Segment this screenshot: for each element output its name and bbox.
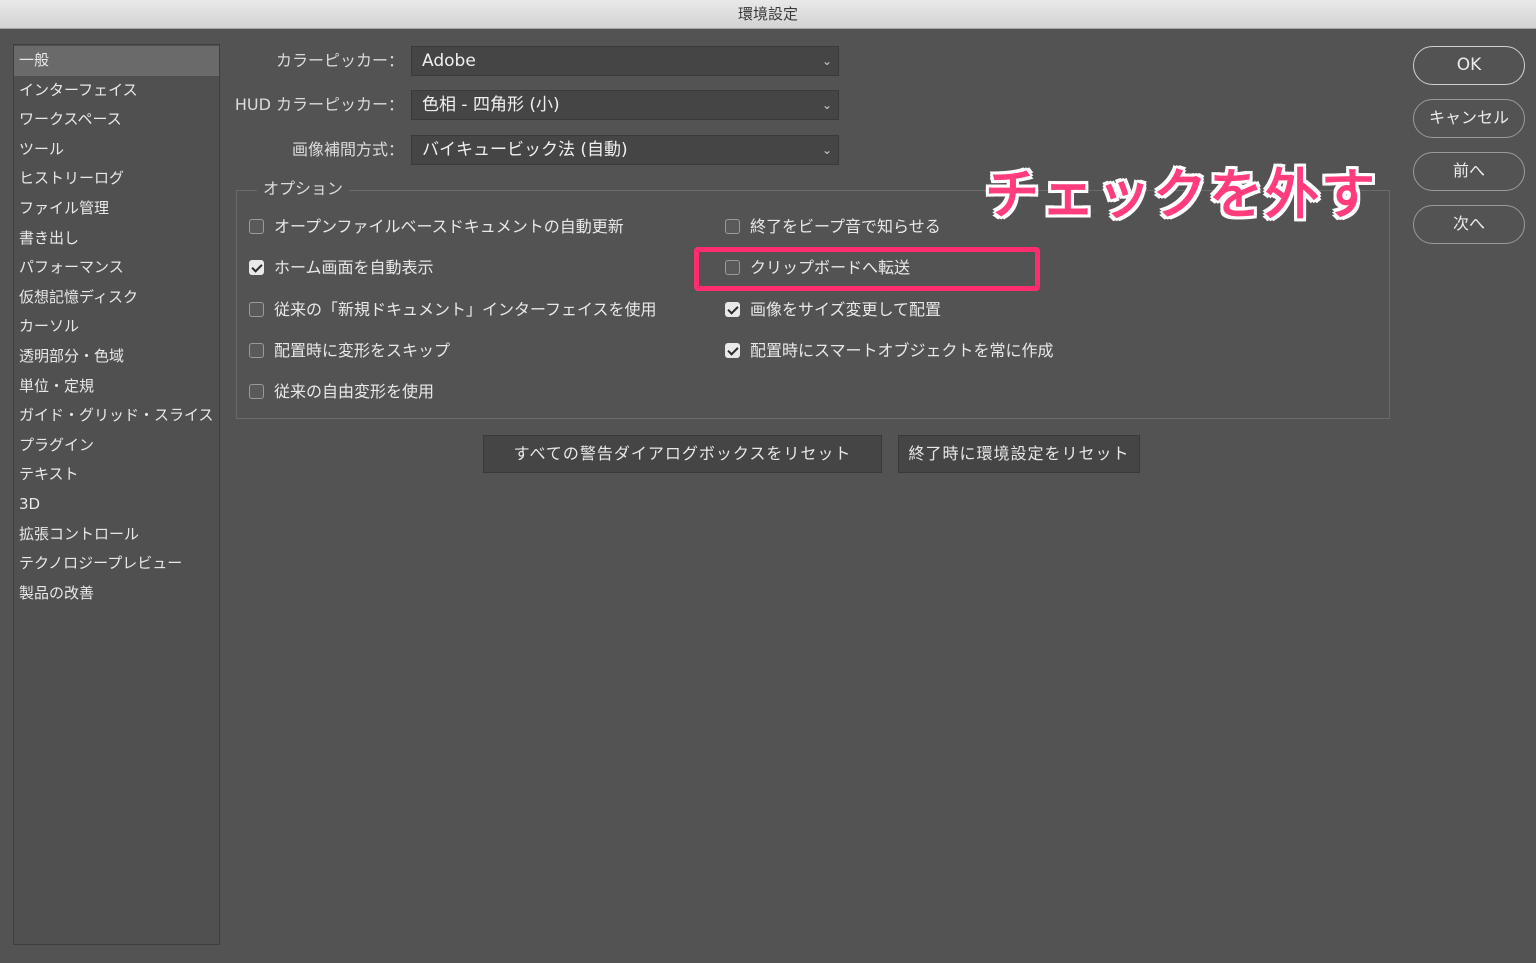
interpolation-label: 画像補間方式： [291,140,404,159]
interpolation-value: バイキュービック法 (自動) [422,140,628,160]
cancel-button[interactable]: キャンセル [1413,99,1525,138]
sidebar-item[interactable]: ワークスペース [14,105,219,135]
prev-button[interactable]: 前へ [1413,152,1525,191]
chevron-down-icon: ⌄ [821,143,832,157]
hud-color-picker-label: HUD カラーピッカー： [234,95,404,114]
option-legacy-new-doc-checkbox[interactable]: 従来の「新規ドキュメント」インターフェイスを使用 [249,299,657,321]
sidebar-item[interactable]: テキスト [14,460,219,490]
color-picker-label: カラーピッカー： [275,51,404,70]
sidebar-item[interactable]: インターフェイス [14,76,219,106]
window-titlebar: 環境設定 [0,0,1536,29]
sidebar-item[interactable]: 単位・定規 [14,372,219,402]
option-label: 配置時にスマートオブジェクトを常に作成 [750,341,1054,360]
sidebar-item[interactable]: ガイド・グリッド・スライス [14,401,219,431]
sidebar-item[interactable]: プラグイン [14,431,219,461]
option-smart-object-checkbox[interactable]: 配置時にスマートオブジェクトを常に作成 [725,340,1054,362]
option-home-screen-checkbox[interactable]: ホーム画面を自動表示 [249,257,434,279]
sidebar-item[interactable]: 書き出し [14,224,219,254]
annotation-text: チェックを外す [985,163,1377,226]
sidebar-item[interactable]: ツール [14,135,219,165]
option-label: 画像をサイズ変更して配置 [750,300,942,319]
option-label: オープンファイルベースドキュメントの自動更新 [274,217,624,236]
checkbox-box[interactable] [249,302,264,317]
color-picker-select[interactable]: Adobe ⌄ [411,46,839,76]
option-label: 終了をビープ音で知らせる [750,217,941,236]
checkbox-box[interactable] [249,260,264,275]
option-label: 配置時に変形をスキップ [274,341,451,360]
checkbox-box[interactable] [249,384,264,399]
reset-warnings-button[interactable]: すべての警告ダイアログボックスをリセット [483,435,882,473]
preferences-sidebar: 一般 インターフェイス ワークスペース ツール ヒストリーログ ファイル管理 書き出し パフォ… [13,44,220,945]
sidebar-item[interactable]: 製品の改善 [14,579,219,609]
sidebar-item[interactable]: テクノロジープレビュー [14,549,219,579]
option-label: ホーム画面を自動表示 [274,258,434,277]
chevron-down-icon: ⌄ [821,98,832,112]
annotation-highlight-box [694,247,1040,291]
sidebar-item[interactable]: ヒストリーログ [14,164,219,194]
sidebar-item[interactable]: 拡張コントロール [14,520,219,550]
sidebar-item[interactable]: パフォーマンス [14,253,219,283]
next-button[interactable]: 次へ [1413,205,1525,244]
window-title: 環境設定 [737,5,798,23]
checkbox-box[interactable] [725,343,740,358]
hud-color-picker-select[interactable]: 色相 - 四角形 (小) ⌄ [411,90,839,120]
sidebar-item[interactable]: 仮想記憶ディスク [14,283,219,313]
sidebar-item[interactable]: 3D [14,490,219,520]
checkbox-box[interactable] [249,343,264,358]
chevron-down-icon: ⌄ [821,54,832,68]
sidebar-item[interactable]: 一般 [14,46,219,76]
option-auto-update-checkbox[interactable]: オープンファイルベースドキュメントの自動更新 [249,216,624,238]
options-legend: オプション [257,178,350,200]
option-label: 従来の「新規ドキュメント」インターフェイスを使用 [274,300,657,319]
hud-color-picker-value: 色相 - 四角形 (小) [422,95,560,115]
ok-button[interactable]: OK [1413,46,1525,85]
color-picker-value: Adobe [422,51,476,71]
option-legacy-free-transform-checkbox[interactable]: 従来の自由変形を使用 [249,381,434,403]
option-skip-transform-checkbox[interactable]: 配置時に変形をスキップ [249,340,450,362]
checkbox-box[interactable] [725,302,740,317]
option-label: 従来の自由変形を使用 [274,382,435,401]
checkbox-box[interactable] [725,219,740,234]
option-resize-on-place-checkbox[interactable]: 画像をサイズ変更して配置 [725,299,941,321]
reset-prefs-on-quit-button[interactable]: 終了時に環境設定をリセット [898,435,1140,473]
option-beep-checkbox[interactable]: 終了をビープ音で知らせる [725,216,941,238]
interpolation-select[interactable]: バイキュービック法 (自動) ⌄ [411,135,839,165]
checkbox-box[interactable] [249,219,264,234]
sidebar-item[interactable]: 透明部分・色域 [14,342,219,372]
sidebar-item[interactable]: ファイル管理 [14,194,219,224]
sidebar-item[interactable]: カーソル [14,312,219,342]
